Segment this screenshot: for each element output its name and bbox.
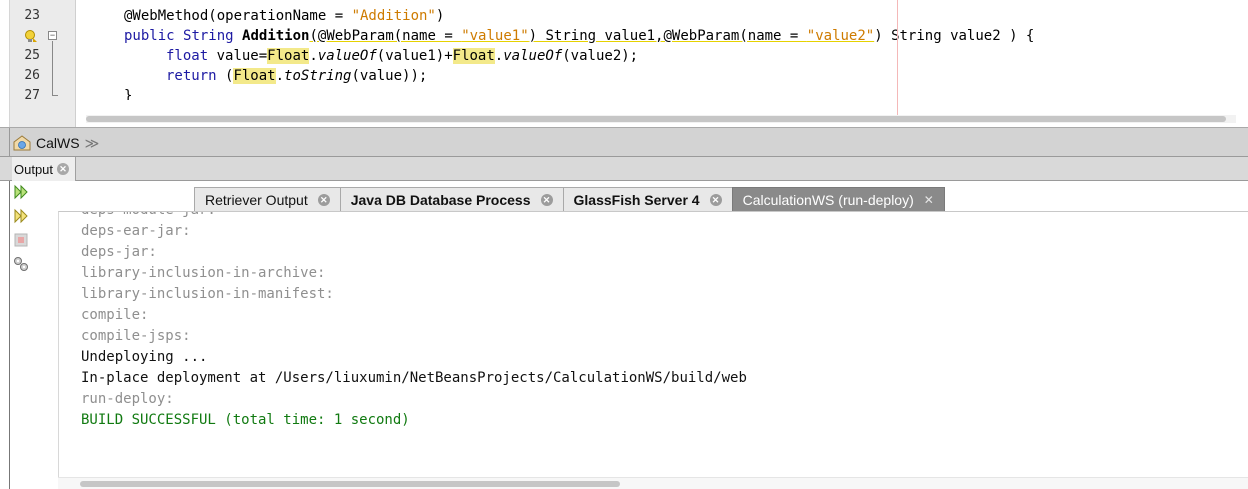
output-tab-label: Output: [14, 161, 54, 177]
line-number: 27: [24, 88, 40, 100]
tab-output[interactable]: Output ✕: [12, 157, 77, 181]
code-editor[interactable]: 23 24 25 26 27 − @WebMethod(operationNam…: [0, 0, 1248, 127]
breadcrumb-bar: CalWS ≫: [0, 127, 1248, 157]
line-number: 23: [24, 8, 40, 23]
code-line-25: float value=Float.valueOf(value1)+Float.…: [166, 48, 639, 64]
close-icon[interactable]: ✕: [924, 193, 934, 207]
output-window: Retriever Output ✕ Java DB Database Proc…: [0, 181, 1248, 489]
build-status-line: BUILD SUCCESSFUL (total time: 1 second): [81, 412, 410, 428]
console-horizontal-scrollbar[interactable]: [58, 477, 1248, 489]
settings-icon[interactable]: [12, 255, 30, 273]
tab-label: CalculationWS (run-deploy): [742, 191, 914, 208]
tab-label: Retriever Output: [205, 191, 308, 208]
breadcrumb[interactable]: CalWS ≫: [13, 133, 99, 153]
web-service-icon: [13, 135, 31, 151]
tab-java-db-database-process[interactable]: Java DB Database Process ✕: [339, 187, 563, 211]
output-subtabs: Retriever Output ✕ Java DB Database Proc…: [194, 187, 945, 211]
close-icon[interactable]: ✕: [317, 193, 330, 206]
breadcrumb-separator-icon: ≫: [84, 134, 100, 151]
fold-collapse-icon[interactable]: −: [48, 31, 57, 40]
fold-guide-line: [52, 41, 53, 95]
close-icon[interactable]: ✕: [709, 193, 722, 206]
console-line: deps-jar:: [81, 244, 157, 260]
console-line: compile-jsps:: [81, 328, 191, 344]
console-line: compile:: [81, 307, 149, 323]
line-number: 26: [24, 68, 40, 83]
line-number-gutter: 23 24 25 26 27 −: [10, 0, 76, 127]
code-line-27: }: [124, 88, 133, 100]
console-line: deps-ear-jar:: [81, 223, 191, 239]
warning-lightbulb-icon[interactable]: [24, 29, 38, 43]
editor-horizontal-scrollbar[interactable]: [86, 115, 1236, 123]
rerun-icon[interactable]: [12, 183, 30, 201]
code-area[interactable]: @WebMethod(operationName = "Addition") p…: [86, 0, 1248, 115]
console-line: library-inclusion-in-archive:: [81, 265, 326, 281]
console-line: Undeploying ...: [81, 349, 208, 365]
stop-icon[interactable]: [12, 231, 30, 249]
tab-calculationws-run-deploy[interactable]: CalculationWS (run-deploy) ✕: [731, 187, 945, 211]
output-toolbar: [12, 181, 32, 489]
tab-label: GlassFish Server 4: [573, 191, 700, 208]
code-line-26: return (Float.toString(value));: [166, 68, 428, 84]
console-line: deps-module-jar:: [81, 212, 747, 221]
editor-left-edge: [0, 0, 10, 127]
code-line-23: @WebMethod(operationName = "Addition"): [124, 8, 445, 24]
output-subtabs-bar: Retriever Output ✕ Java DB Database Proc…: [58, 181, 1248, 211]
console-line-deployment-path[interactable]: In-place deployment at /Users/liuxumin/N…: [81, 368, 747, 389]
console-lines: deps-module-jar: deps-ear-jar: deps-jar:…: [81, 212, 747, 431]
output-window-header: Output ✕: [0, 157, 1248, 181]
tab-label: Java DB Database Process: [350, 191, 531, 208]
console-line: library-inclusion-in-manifest:: [81, 286, 334, 302]
output-left-edge: [0, 181, 10, 489]
scrollbar-thumb[interactable]: [80, 481, 620, 487]
close-icon[interactable]: ✕: [540, 193, 553, 206]
scrollbar-thumb[interactable]: [86, 116, 1226, 122]
tab-retriever-output[interactable]: Retriever Output ✕: [194, 187, 340, 211]
line-number: 25: [24, 48, 40, 63]
right-margin-guide: [897, 0, 898, 115]
tab-glassfish-server-4[interactable]: GlassFish Server 4 ✕: [562, 187, 732, 211]
rerun-with-arguments-icon[interactable]: [12, 207, 30, 225]
breadcrumb-project-label[interactable]: CalWS: [36, 135, 80, 151]
breadcrumb-left-edge: [0, 128, 10, 156]
output-console[interactable]: deps-module-jar: deps-ear-jar: deps-jar:…: [58, 211, 1248, 477]
fold-guide-end: [52, 95, 58, 96]
console-line: run-deploy:: [81, 391, 174, 407]
close-icon[interactable]: ✕: [57, 163, 70, 175]
